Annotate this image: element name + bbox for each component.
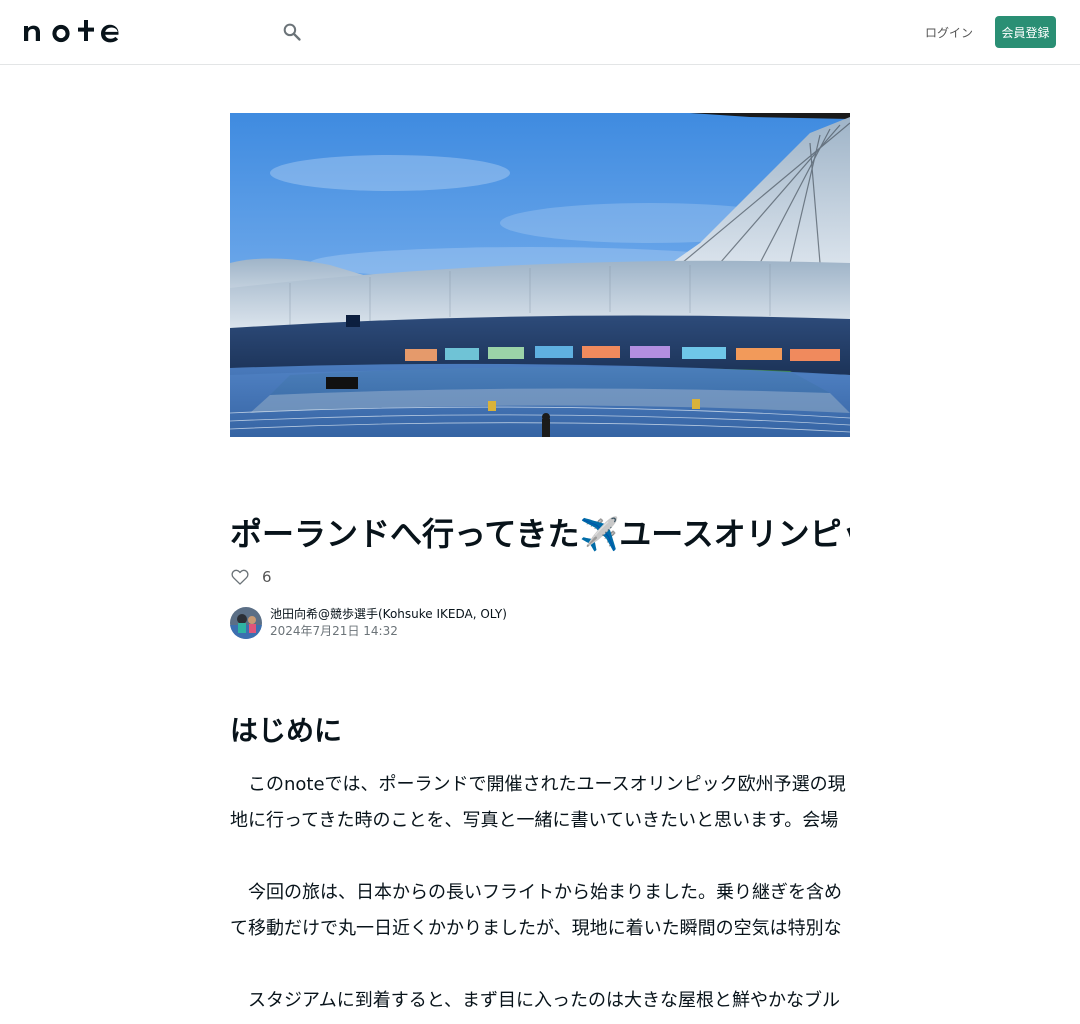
note-logo[interactable] (24, 20, 124, 44)
like-count[interactable]: 6 (262, 568, 272, 586)
login-link[interactable]: ログイン (922, 16, 976, 48)
post-date: 2024年7月21日 14:32 (270, 624, 398, 638)
like-button[interactable] (230, 567, 250, 587)
author-avatar[interactable] (230, 607, 262, 639)
signup-button[interactable]: 会員登録 (995, 16, 1056, 48)
search-icon (283, 23, 301, 41)
body-paragraph: このnoteでは、ポーランドで開催されたユースオリンピック欧州予選の現地に行って… (230, 774, 846, 831)
hero-image (230, 113, 850, 437)
body-paragraph: スタジアムに到着すると、まず目に入ったのは大きな屋根と鮮やかなブルーのトラックで… (247, 990, 841, 1011)
author-name[interactable]: 池田向希@競歩選手(Kohsuke IKEDA, OLY) (270, 606, 507, 623)
heart-icon (231, 569, 249, 585)
like-row: 6 (230, 566, 272, 588)
section-heading: はじめに (230, 714, 343, 747)
body-paragraph: 今回の旅は、日本からの長いフライトから始まりました。乗り継ぎを含めて移動だけで丸… (230, 882, 842, 939)
article-title: ポーランドへ行ってきた✈️ユースオリンピック予選 (230, 515, 850, 553)
site-header: ログイン 会員登録 (0, 0, 1080, 65)
author-meta: 池田向希@競歩選手(Kohsuke IKEDA, OLY) 2024年7月21日… (270, 606, 507, 640)
author-block: 池田向希@競歩選手(Kohsuke IKEDA, OLY) 2024年7月21日… (230, 607, 507, 639)
search-button[interactable] (278, 18, 306, 46)
